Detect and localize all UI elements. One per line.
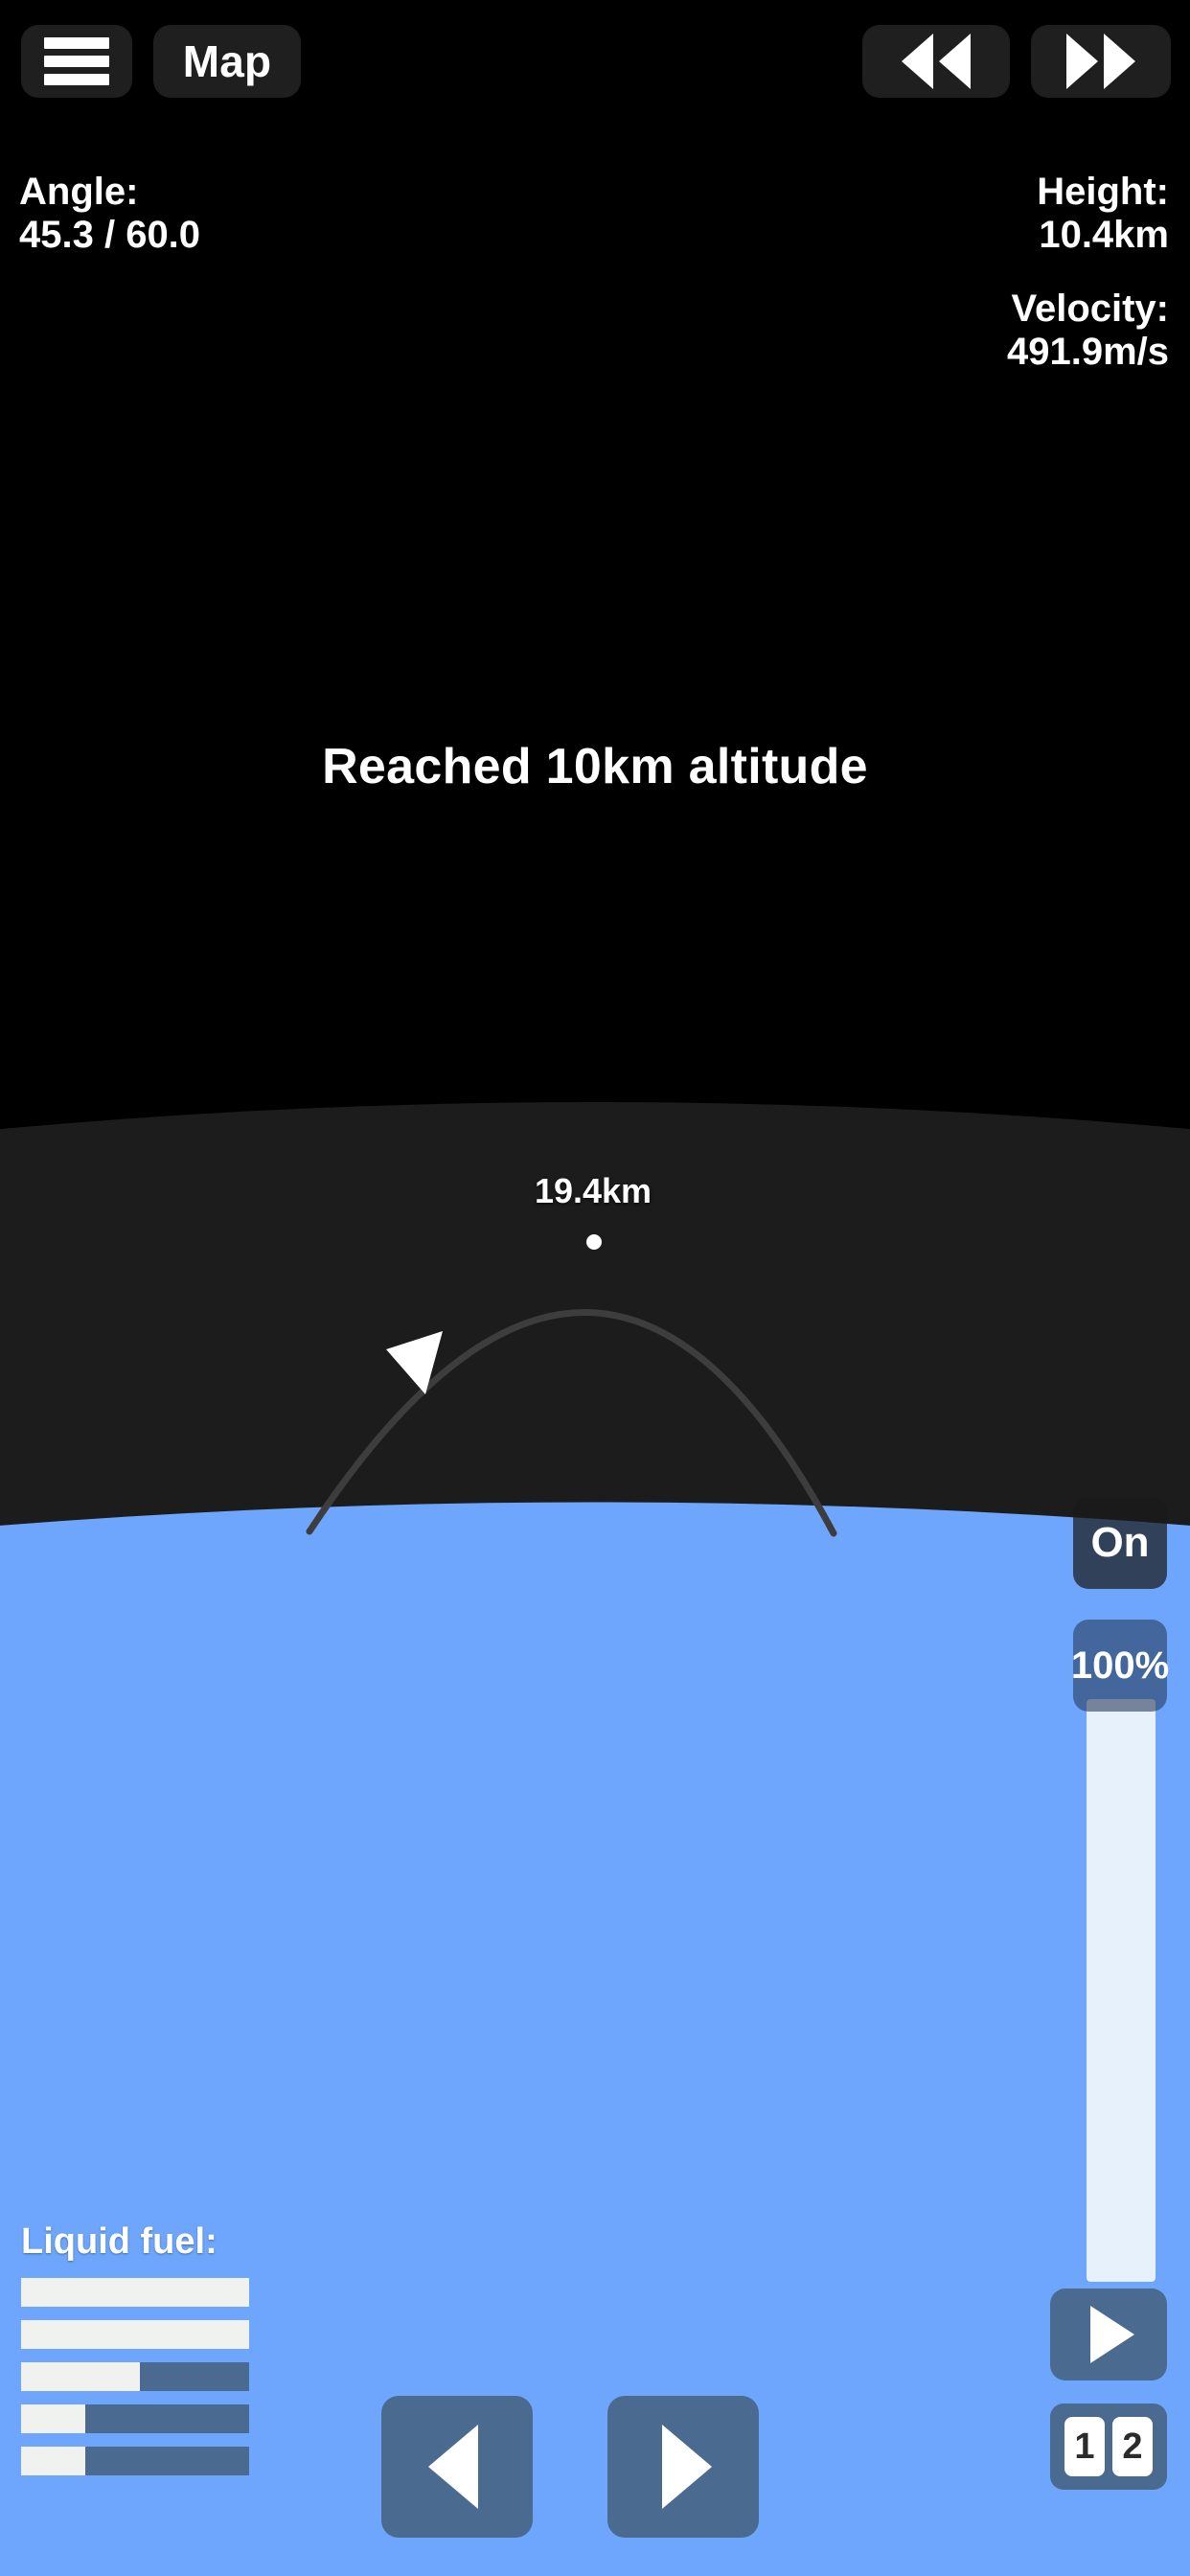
engine-toggle-label: On [1090, 1519, 1150, 1566]
stage-activate-button[interactable] [1050, 2288, 1167, 2380]
spaceflight-simulator-screen: Map Angle: 45.3 / 60.0 Height: 10.4km Ve… [0, 0, 1190, 2576]
map-button-label: Map [182, 36, 272, 86]
apoapsis-dot-icon [586, 1234, 602, 1250]
throttle-slider-fill [1087, 1699, 1156, 2282]
velocity-value: 491.9m/s [1006, 330, 1169, 373]
fuel-bar-fill [21, 2362, 140, 2391]
fuel-bar-fill [21, 2278, 249, 2307]
hamburger-menu-icon [44, 37, 109, 85]
fast-forward-double-triangle-icon [1066, 34, 1135, 89]
velocity-readout: Velocity: 491.9m/s [1007, 288, 1169, 374]
height-value: 10.4km [1039, 213, 1169, 256]
engine-toggle-button[interactable]: On [1073, 1497, 1167, 1589]
fuel-bar-list [21, 2278, 270, 2475]
fast-forward-button[interactable] [1031, 25, 1171, 98]
rotate-right-button[interactable] [607, 2396, 759, 2538]
rotate-left-button[interactable] [381, 2396, 533, 2538]
fuel-bar [21, 2278, 249, 2307]
fuel-bar [21, 2404, 249, 2433]
fuel-bar [21, 2362, 249, 2391]
liquid-fuel-panel: Liquid fuel: [21, 2221, 270, 2489]
world-scenery [0, 0, 1190, 2576]
fuel-bar [21, 2320, 249, 2349]
angle-value: 45.3 / 60.0 [19, 213, 201, 256]
velocity-label: Velocity: [1011, 288, 1169, 330]
throttle-slider[interactable] [1087, 1699, 1156, 2282]
rewind-double-triangle-icon [902, 34, 971, 89]
rotate-left-triangle-icon [428, 2425, 478, 2509]
liquid-fuel-title: Liquid fuel: [21, 2221, 217, 2262]
stage-list[interactable]: 12 [1050, 2404, 1167, 2490]
height-readout: Height: 10.4km [1037, 171, 1169, 257]
play-triangle-icon [1090, 2306, 1134, 2363]
apoapsis-label: 19.4km [534, 1171, 652, 1210]
rewind-button[interactable] [862, 25, 1010, 98]
fuel-bar-fill [21, 2404, 85, 2433]
stage-chip[interactable]: 2 [1112, 2417, 1153, 2476]
fuel-bar-fill [21, 2447, 85, 2475]
angle-readout: Angle: 45.3 / 60.0 [19, 171, 200, 257]
angle-label: Angle: [19, 171, 139, 213]
fuel-bar-fill [21, 2320, 249, 2349]
fuel-bar [21, 2447, 249, 2475]
throttle-percent-label: 100% [1070, 1644, 1170, 1687]
map-button[interactable]: Map [153, 25, 301, 98]
stage-chip[interactable]: 1 [1064, 2417, 1105, 2476]
status-message: Reached 10km altitude [322, 739, 868, 794]
throttle-percent-button[interactable]: 100% [1070, 1620, 1170, 1712]
menu-button[interactable] [21, 25, 132, 98]
rotate-right-triangle-icon [662, 2425, 712, 2509]
height-label: Height: [1037, 171, 1169, 213]
